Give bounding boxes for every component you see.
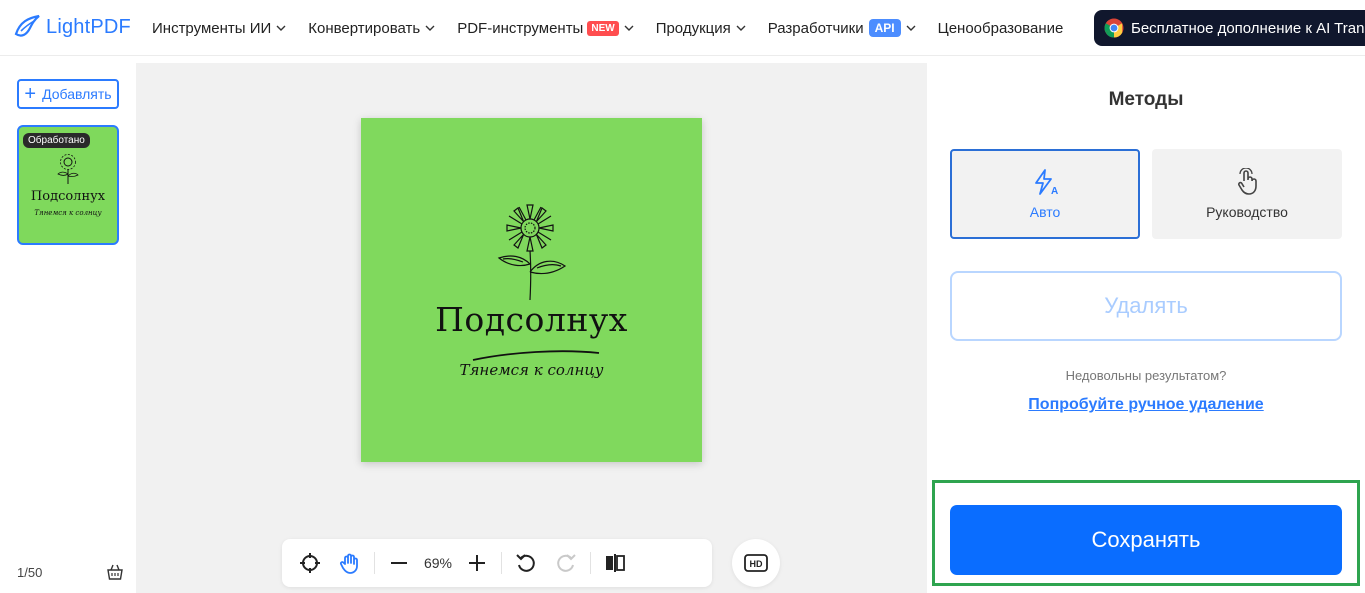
nav-convert[interactable]: Конвертировать	[308, 20, 435, 37]
api-badge: API	[868, 19, 901, 37]
redo-icon	[557, 554, 576, 572]
chevron-down-icon	[276, 25, 286, 31]
nav-ai-tools[interactable]: Инструменты ИИ	[152, 20, 286, 37]
image-subtitle: Тянемся к солнцу	[459, 361, 604, 379]
method-auto[interactable]: A Авто	[950, 149, 1140, 239]
hand-pointer-icon	[1238, 168, 1257, 195]
browser-extension-button[interactable]: Бесплатное дополнение к AI Trans	[1094, 10, 1365, 46]
chrome-icon	[1104, 18, 1124, 38]
hand-icon	[340, 553, 358, 574]
top-navigation: LightPDF Инструменты ИИ Конвертировать P…	[0, 0, 1365, 56]
chevron-down-icon	[736, 25, 746, 31]
divider	[374, 552, 375, 574]
fit-center-button[interactable]	[296, 549, 324, 577]
chevron-down-icon	[425, 25, 435, 31]
result-image: Подсолнух Тянемся к солнцу	[361, 118, 702, 462]
nav-pricing-label: Ценообразование	[937, 19, 1064, 37]
minus-icon	[391, 562, 407, 564]
zoom-level: 69%	[423, 555, 453, 571]
divider	[590, 552, 591, 574]
panel-title: Методы	[1108, 89, 1184, 110]
remove-button[interactable]: Удалять	[950, 271, 1342, 341]
add-file-button[interactable]: + Добавлять	[17, 79, 119, 109]
zoom-in-button[interactable]	[463, 549, 491, 577]
nav-convert-label: Конвертировать	[308, 19, 421, 37]
thumbnail-subtitle: Тянемся к солнцу	[34, 209, 102, 217]
logo[interactable]: LightPDF	[12, 12, 131, 42]
save-button[interactable]: Сохранять	[950, 505, 1342, 575]
logo-bird-icon	[14, 14, 40, 37]
svg-text:A: A	[1051, 186, 1058, 196]
nav-products[interactable]: Продукция	[656, 20, 746, 37]
nav-pricing[interactable]: Ценообразование	[938, 20, 1064, 37]
plus-icon: +	[24, 83, 37, 105]
hd-icon: HD	[744, 554, 768, 572]
plus-icon	[469, 555, 485, 571]
nav-developers-label: Разработчики	[767, 19, 864, 37]
nav-developers[interactable]: Разработчики API	[768, 19, 916, 37]
new-badge: NEW	[587, 20, 619, 36]
methods-panel: Методы A Авто Руководство Удалять Недово…	[927, 63, 1365, 593]
file-thumbnail[interactable]: Обработано Подсолнух Тянемся к солнцу	[17, 125, 119, 245]
nav-products-label: Продукция	[655, 19, 731, 37]
processed-badge: Обработано	[23, 133, 90, 148]
image-title: Подсолнух	[435, 300, 628, 339]
dissatisfied-hint: Недовольны результатом?	[1065, 368, 1227, 383]
auto-lightning-icon: A	[1035, 169, 1058, 196]
file-sidebar: + Добавлять Обработано Подсолнух Тянемся…	[0, 63, 136, 593]
chevron-down-icon	[906, 25, 916, 31]
redo-button[interactable]	[552, 549, 580, 577]
undo-icon	[516, 554, 535, 572]
logo-text: LightPDF	[46, 15, 131, 38]
nav-ai-tools-label: Инструменты ИИ	[152, 19, 272, 37]
zoom-out-button[interactable]	[385, 549, 413, 577]
extension-button-label: Бесплатное дополнение к AI Trans	[1131, 19, 1365, 37]
add-file-label: Добавлять	[42, 86, 112, 102]
underline-stroke	[472, 350, 600, 361]
method-manual-label: Руководство	[1206, 204, 1288, 220]
manual-removal-link[interactable]: Попробуйте ручное удаление	[927, 396, 1365, 414]
nav-pdf-tools[interactable]: PDF-инструменты NEW	[457, 19, 634, 37]
hd-icon-label: HD	[750, 559, 763, 569]
method-manual[interactable]: Руководство	[1152, 149, 1342, 239]
pan-tool-button[interactable]	[336, 549, 364, 577]
main-menu: Инструменты ИИ Конвертировать PDF-инстру…	[152, 0, 1085, 56]
zoom-toolbar: 69%	[282, 539, 712, 587]
undo-button[interactable]	[512, 549, 540, 577]
divider	[501, 552, 502, 574]
chevron-down-icon	[624, 25, 634, 31]
compare-button[interactable]	[601, 549, 629, 577]
method-auto-label: Авто	[1029, 204, 1061, 220]
page-counter: 1/50	[17, 565, 43, 580]
basket-icon[interactable]	[106, 563, 124, 581]
thumbnail-title: Подсолнух	[30, 189, 106, 204]
nav-pdf-tools-label: PDF-инструменты	[457, 19, 584, 37]
preview-canvas: Подсолнух Тянемся к солнцу 69% HD	[136, 63, 927, 593]
sunflower-icon	[57, 154, 79, 184]
compare-icon	[606, 554, 625, 572]
hd-button[interactable]: HD	[732, 539, 780, 587]
crosshair-icon	[300, 553, 320, 573]
sunflower-icon	[497, 204, 567, 300]
